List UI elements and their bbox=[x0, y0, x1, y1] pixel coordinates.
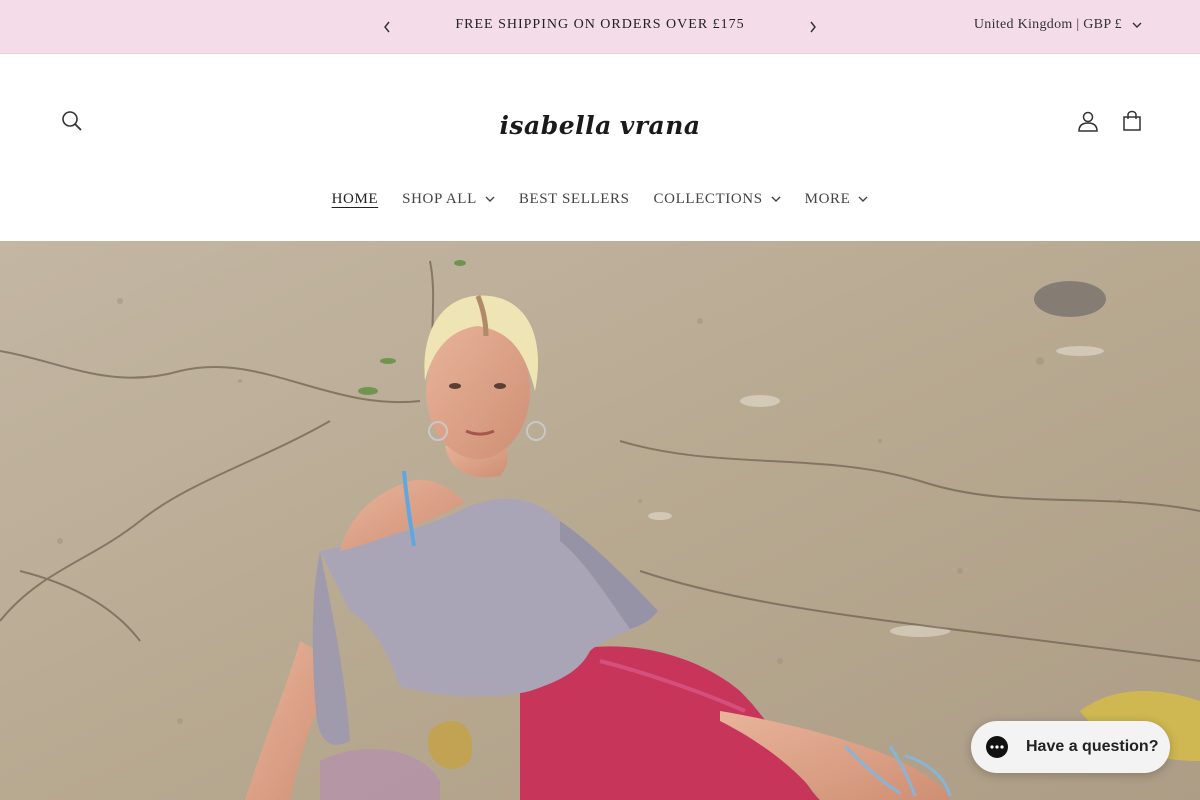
cart-button[interactable] bbox=[1115, 104, 1149, 138]
locale-selector[interactable]: United Kingdom | GBP £ bbox=[974, 17, 1142, 33]
nav-item-label: COLLECTIONS bbox=[653, 190, 763, 207]
announcement-prev-button[interactable] bbox=[377, 17, 397, 37]
hero-banner[interactable] bbox=[0, 241, 1200, 800]
nav-item-more[interactable]: MORE bbox=[793, 187, 881, 211]
nav-item-label: BEST SELLERS bbox=[518, 190, 630, 207]
nav-item-collections[interactable]: COLLECTIONS bbox=[642, 187, 793, 211]
chevron-left-icon bbox=[384, 21, 390, 33]
chevron-down-icon bbox=[858, 196, 868, 202]
chat-widget-button[interactable]: Have a question? bbox=[971, 721, 1170, 773]
locale-label: United Kingdom | GBP £ bbox=[973, 17, 1122, 32]
announcement-message: FREE SHIPPING ON ORDERS OVER £175 bbox=[455, 17, 745, 32]
cart-icon bbox=[1123, 110, 1141, 131]
announcement-next-button[interactable] bbox=[803, 17, 823, 37]
brand-logo[interactable]: isabella vrana bbox=[499, 103, 701, 147]
account-icon bbox=[1078, 111, 1098, 132]
chevron-down-icon bbox=[771, 196, 781, 202]
hero-image bbox=[0, 241, 1200, 800]
logo-word-right: vrana bbox=[619, 110, 701, 140]
chat-bubble-icon bbox=[986, 736, 1008, 758]
search-button[interactable] bbox=[55, 104, 89, 138]
account-button[interactable] bbox=[1071, 104, 1105, 138]
nav-item-shop-all[interactable]: SHOP ALL bbox=[390, 187, 507, 211]
search-icon bbox=[62, 111, 82, 131]
logo-word-left: isabella bbox=[499, 110, 612, 140]
chevron-right-icon bbox=[810, 21, 816, 33]
nav-item-best-sellers[interactable]: BEST SELLERS bbox=[507, 187, 642, 211]
nav-item-label: MORE bbox=[804, 190, 851, 207]
nav-item-label: HOME bbox=[331, 190, 379, 207]
nav-item-home[interactable]: HOME bbox=[320, 187, 391, 211]
main-navigation: HOME SHOP ALL BEST SELLERS COLLECTIONS M… bbox=[0, 187, 1200, 211]
chevron-down-icon bbox=[485, 196, 495, 202]
chevron-down-icon bbox=[1132, 22, 1142, 28]
chat-widget-label: Have a question? bbox=[1026, 738, 1159, 755]
site-header: isabella vrana HOME SHOP ALL BEST SELLER… bbox=[0, 55, 1200, 241]
nav-item-label: SHOP ALL bbox=[402, 190, 477, 207]
announcement-bar: FREE SHIPPING ON ORDERS OVER £175 United… bbox=[0, 0, 1200, 54]
